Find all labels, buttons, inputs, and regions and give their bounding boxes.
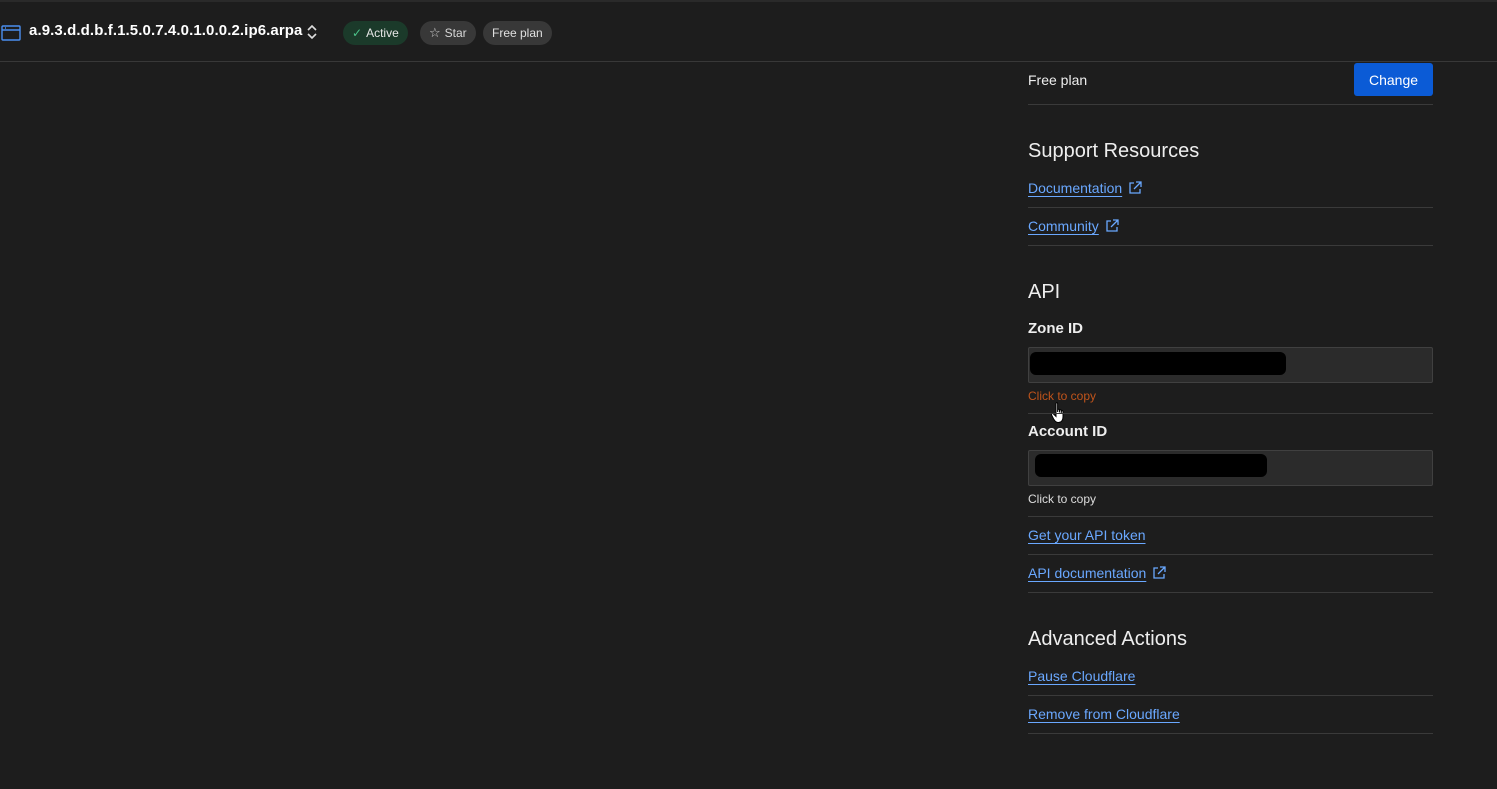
account-id-field[interactable] [1028,450,1433,486]
star-icon: ☆ [429,25,441,40]
plan-row [1028,62,1433,105]
get-api-token-row [1028,517,1433,555]
redacted-account-id [1035,454,1267,477]
community-row [1028,208,1433,246]
status-badge: ✓ Active [343,21,408,45]
advanced-actions-title: Advanced Actions [1028,628,1187,650]
support-resources-title: Support Resources [1028,140,1200,162]
browser-window-icon [1,25,21,41]
checkmark-icon: ✓ [352,26,363,40]
remove-from-cloudflare-row [1028,696,1433,734]
account-id-row [1028,486,1433,517]
documentation-row [1028,170,1433,208]
account-id-label: Account ID [1028,423,1108,440]
chevron-updown-icon[interactable] [305,22,319,42]
zone-id-label: Zone ID [1028,320,1083,337]
api-documentation-row [1028,555,1433,593]
zone-header: a.9.3.d.d.b.f.1.5.0.7.4.0.1.0.0.2.ip6.ar… [0,2,1497,62]
api-title: API [1028,281,1061,303]
plan-badge-label: Free plan [492,26,543,40]
redacted-zone-id [1030,352,1286,375]
pause-cloudflare-row [1028,658,1433,696]
plan-badge: Free plan [483,21,552,45]
star-label: Star [444,26,467,40]
zone-name[interactable]: a.9.3.d.d.b.f.1.5.0.7.4.0.1.0.0.2.ip6.ar… [29,22,303,39]
zone-id-row [1028,380,1433,414]
star-button[interactable]: ☆ Star [420,21,476,45]
zone-id-field[interactable] [1028,347,1433,383]
status-label: Active [366,26,399,40]
